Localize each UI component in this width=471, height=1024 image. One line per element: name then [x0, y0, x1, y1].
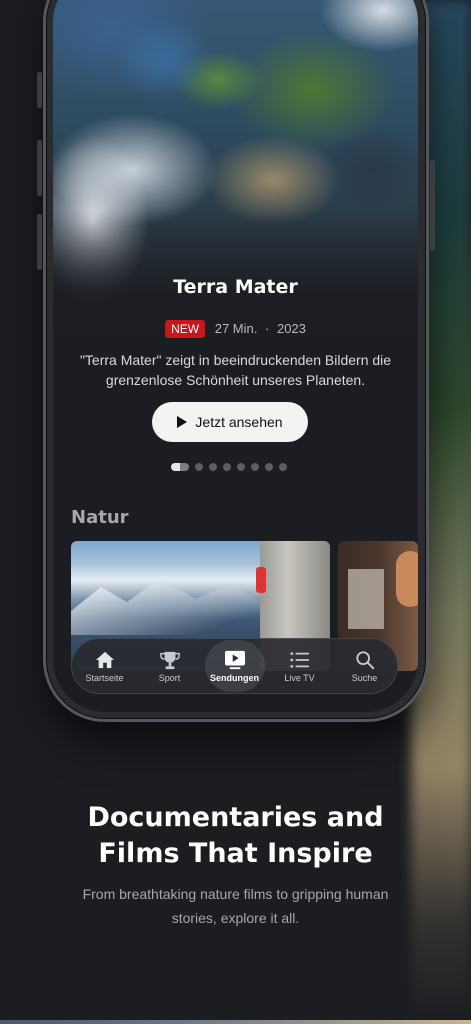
- phone-screen: Terra Mater NEW 27 Min. · 2023 "Terra Ma…: [53, 0, 418, 712]
- list-icon: [289, 651, 309, 668]
- hero-duration: 27 Min.: [214, 321, 258, 336]
- play-screen-icon: [224, 650, 245, 669]
- promo-page: Terra Mater NEW 27 Min. · 2023 "Terra Ma…: [0, 0, 471, 1024]
- mountain-shape: [71, 578, 271, 635]
- card-person: [396, 551, 418, 607]
- carousel-dot[interactable]: [195, 463, 203, 471]
- promo-headline: Documentaries and Films That Inspire: [0, 800, 471, 872]
- card-shelf: [348, 569, 384, 629]
- promo-subline: From breathtaking nature films to grippi…: [82, 886, 389, 926]
- phone-power-button: [430, 160, 435, 250]
- section-title: Natur: [71, 507, 129, 528]
- carousel-dot[interactable]: [265, 463, 273, 471]
- phone-volume-up: [37, 140, 42, 196]
- tab-label: Sendungen: [210, 672, 259, 683]
- trophy-icon: [159, 651, 180, 669]
- carousel-dot[interactable]: [171, 463, 189, 471]
- bottom-tab-bar: Startseite Sport Sendungen Live TV Suche: [71, 638, 398, 694]
- carousel-dot[interactable]: [237, 463, 245, 471]
- tab-label: Startseite: [85, 672, 124, 683]
- carousel-dot[interactable]: [279, 463, 287, 471]
- new-badge: NEW: [165, 320, 206, 338]
- hero-year: 2023: [276, 321, 306, 336]
- bottom-strip: [0, 1020, 471, 1024]
- tab-suche[interactable]: Suche: [335, 640, 395, 692]
- watch-now-button[interactable]: Jetzt ansehen: [152, 402, 308, 442]
- tab-startseite[interactable]: Startseite: [75, 640, 135, 692]
- hero-description: "Terra Mater" zeigt in beeindruckenden B…: [79, 352, 392, 388]
- headline-line-2: Films That Inspire: [98, 838, 373, 869]
- tab-sport[interactable]: Sport: [140, 640, 200, 692]
- tab-label: Live TV: [284, 672, 315, 683]
- home-icon: [95, 651, 114, 668]
- tab-live-tv[interactable]: Live TV: [270, 640, 330, 692]
- tab-label: Sport: [158, 672, 181, 683]
- meta-separator: ·: [265, 321, 270, 336]
- play-icon: [177, 416, 188, 428]
- carousel-dot[interactable]: [223, 463, 231, 471]
- climber-figure: [256, 567, 266, 593]
- carousel-dot[interactable]: [251, 463, 259, 471]
- tab-sendungen[interactable]: Sendungen: [204, 640, 265, 692]
- carousel-dots: [171, 463, 287, 471]
- phone-volume-down: [37, 214, 42, 270]
- phone-side-button: [37, 72, 42, 108]
- search-icon: [355, 650, 374, 669]
- hero-title: Terra Mater: [173, 276, 298, 298]
- tab-label: Suche: [351, 672, 378, 683]
- carousel-dot[interactable]: [209, 463, 217, 471]
- watch-now-label: Jetzt ansehen: [195, 414, 283, 430]
- hero-meta: NEW 27 Min. · 2023: [53, 320, 418, 338]
- headline-line-1: Documentaries and: [87, 802, 384, 833]
